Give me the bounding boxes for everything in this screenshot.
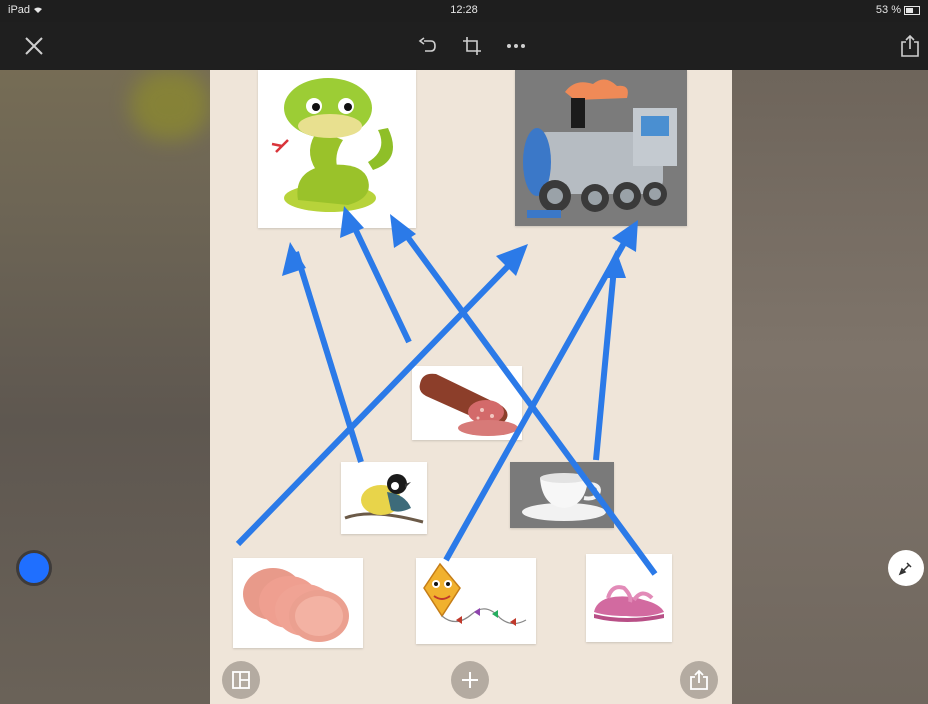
arrow-sausage-to-locomotive — [235, 255, 519, 547]
add-button[interactable] — [451, 661, 489, 699]
arrow-teacup-to-locomotive — [593, 267, 617, 461]
layout-button[interactable] — [222, 661, 260, 699]
blurred-background-right — [732, 0, 928, 704]
export-button[interactable] — [680, 661, 718, 699]
status-time: 12:28 — [450, 4, 478, 16]
layout-icon — [232, 671, 250, 689]
undo-icon — [418, 37, 436, 52]
more-icon — [507, 44, 525, 48]
close-button[interactable] — [18, 30, 50, 62]
status-bar: iPad 12:28 53 % — [0, 0, 928, 22]
crop-button[interactable] — [458, 30, 486, 62]
share-button[interactable] — [896, 30, 924, 62]
more-button[interactable] — [502, 30, 530, 62]
carrier-text: iPad — [8, 4, 31, 16]
color-swatch-button[interactable] — [16, 550, 52, 586]
battery-text: 53 % — [875, 4, 901, 16]
share-icon — [690, 669, 708, 690]
share-icon — [901, 34, 919, 57]
pen-icon — [898, 562, 912, 576]
close-icon — [25, 37, 43, 55]
arrowhead-teacup-to-locomotive — [602, 250, 626, 278]
carrier-label: iPad — [8, 4, 43, 16]
arrows-layer — [235, 206, 658, 576]
wifi-icon — [34, 7, 43, 14]
crop-icon — [463, 37, 481, 55]
canvas-board[interactable] — [210, 70, 732, 704]
pen-tool-button[interactable] — [888, 550, 924, 586]
battery-indicator: 53 % — [876, 4, 920, 16]
battery-icon — [904, 5, 920, 15]
plus-icon — [462, 672, 478, 688]
top-toolbar — [0, 22, 928, 70]
arrow-sandal-to-snake — [398, 226, 658, 576]
undo-button[interactable] — [414, 30, 442, 62]
blurred-background-blob — [130, 70, 210, 140]
